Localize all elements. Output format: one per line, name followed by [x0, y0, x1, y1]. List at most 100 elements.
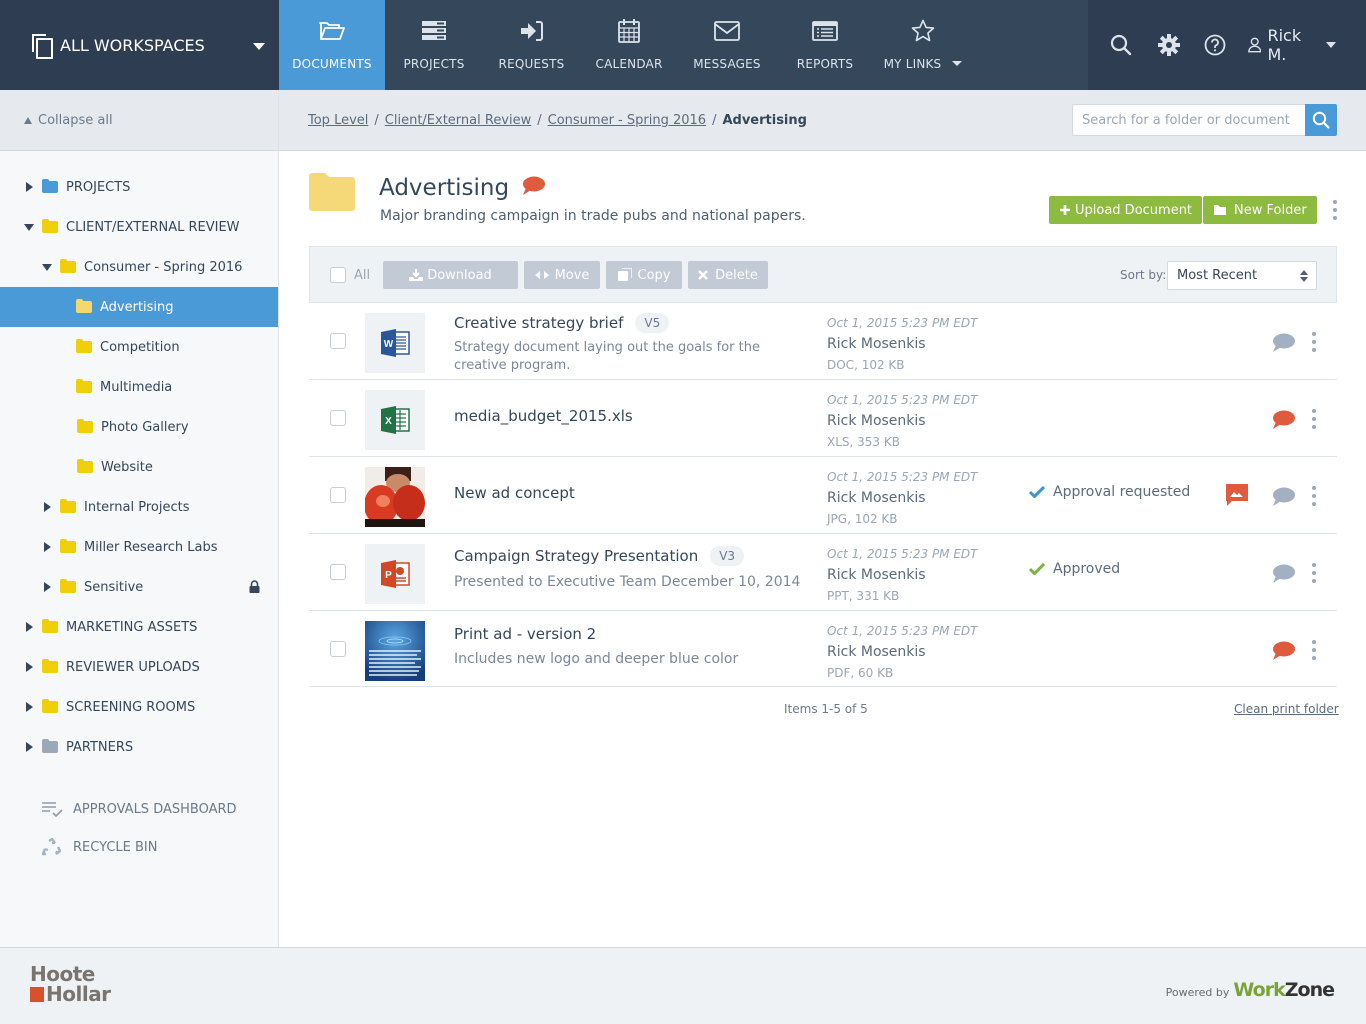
- row-more-menu[interactable]: [1309, 637, 1319, 663]
- new-folder-button[interactable]: New Folder: [1203, 196, 1317, 224]
- version-badge[interactable]: V5: [635, 313, 670, 333]
- expand-arrow-icon[interactable]: [22, 702, 36, 712]
- document-name[interactable]: New ad concept: [454, 484, 575, 502]
- approval-status[interactable]: Approved: [1029, 561, 1120, 577]
- expand-arrow-icon[interactable]: [40, 502, 54, 512]
- version-badge[interactable]: V3: [710, 546, 745, 566]
- row-checkbox[interactable]: [330, 641, 346, 657]
- breadcrumb-client-external-review[interactable]: Client/External Review: [385, 113, 531, 128]
- comment-icon[interactable]: [1271, 564, 1295, 584]
- search-icon[interactable]: [1110, 34, 1132, 56]
- delete-button[interactable]: Delete: [688, 261, 768, 289]
- search-button[interactable]: [1305, 104, 1337, 136]
- nav-my-links[interactable]: MY LINKS: [874, 0, 972, 90]
- document-row[interactable]: New ad concept Oct 1, 2015 5:23 PM EDT R…: [309, 456, 1337, 533]
- tree-item-marketing-assets[interactable]: MARKETING ASSETS: [0, 607, 278, 647]
- upload-document-button[interactable]: Upload Document: [1049, 196, 1203, 224]
- row-more-menu[interactable]: [1309, 406, 1319, 432]
- collapse-arrow-icon[interactable]: [22, 223, 36, 231]
- folder-more-menu[interactable]: [1330, 197, 1340, 223]
- move-button[interactable]: Move: [524, 261, 600, 289]
- tree-item-sensitive[interactable]: Sensitive: [0, 567, 278, 607]
- nav-messages[interactable]: MESSAGES: [678, 0, 776, 90]
- powerpoint-file-icon: P: [365, 544, 425, 604]
- clean-print-folder-link[interactable]: Clean print folder: [1234, 702, 1339, 716]
- tree-item-projects[interactable]: PROJECTS: [0, 167, 278, 207]
- new-comment-icon[interactable]: [1271, 410, 1295, 430]
- row-checkbox[interactable]: [330, 410, 346, 426]
- nav-reports[interactable]: REPORTS: [776, 0, 874, 90]
- folder-icon: [42, 659, 58, 673]
- document-size: XLS, 353 KB: [827, 435, 900, 449]
- collapse-all-button[interactable]: Collapse all: [0, 90, 278, 151]
- tree-item-screening-rooms[interactable]: SCREENING ROOMS: [0, 687, 278, 727]
- folder-icon: [60, 499, 76, 513]
- collapse-arrow-icon[interactable]: [40, 263, 54, 271]
- row-more-menu[interactable]: [1309, 560, 1319, 586]
- user-menu[interactable]: Rick M.: [1248, 26, 1336, 64]
- document-name[interactable]: Print ad - version 2: [454, 625, 596, 643]
- comment-icon[interactable]: [1271, 333, 1295, 353]
- select-all[interactable]: All: [330, 267, 370, 283]
- download-button[interactable]: Download: [383, 261, 518, 289]
- document-row[interactable]: W Creative strategy brief V5 Strategy do…: [309, 302, 1337, 379]
- row-checkbox[interactable]: [330, 333, 346, 349]
- sort-select[interactable]: Most Recent: [1167, 261, 1317, 290]
- search-input[interactable]: [1072, 104, 1305, 136]
- document-name[interactable]: Campaign Strategy Presentation V3: [454, 546, 745, 566]
- expand-arrow-icon[interactable]: [22, 622, 36, 632]
- tree-item-consumer-spring-2016[interactable]: Consumer - Spring 2016: [0, 247, 278, 287]
- breadcrumb-consumer-spring-2016[interactable]: Consumer - Spring 2016: [548, 113, 706, 128]
- comment-icon[interactable]: [521, 176, 546, 196]
- new-comment-icon[interactable]: [1271, 641, 1295, 661]
- document-row[interactable]: P Campaign Strategy Presentation V3 Pres…: [309, 533, 1337, 610]
- row-checkbox[interactable]: [330, 564, 346, 580]
- nav-calendar[interactable]: CALENDAR: [580, 0, 678, 90]
- document-name[interactable]: media_budget_2015.xls: [454, 407, 633, 425]
- folder-icon: [1214, 205, 1226, 215]
- copy-button[interactable]: Copy: [606, 261, 682, 289]
- nav-requests[interactable]: REQUESTS: [483, 0, 580, 90]
- nav-projects[interactable]: PROJECTS: [385, 0, 483, 90]
- folder-title: Advertising: [379, 175, 546, 201]
- select-all-checkbox[interactable]: [330, 267, 346, 283]
- gear-icon[interactable]: [1158, 34, 1180, 56]
- approvals-list-icon: [42, 801, 64, 817]
- help-icon[interactable]: [1204, 34, 1226, 56]
- row-checkbox[interactable]: [330, 487, 346, 503]
- approvals-dashboard-link[interactable]: APPROVALS DASHBOARD: [0, 790, 279, 828]
- document-date: Oct 1, 2015 5:23 PM EDT: [827, 624, 978, 638]
- tree-item-reviewer-uploads[interactable]: REVIEWER UPLOADS: [0, 647, 278, 687]
- sort-label: Sort by:: [1120, 268, 1167, 282]
- tree-item-internal-projects[interactable]: Internal Projects: [0, 487, 278, 527]
- document-description: Presented to Executive Team December 10,…: [454, 574, 801, 590]
- document-row[interactable]: X media_budget_2015.xls Oct 1, 2015 5:23…: [309, 379, 1337, 456]
- tree-item-miller-research-labs[interactable]: Miller Research Labs: [0, 527, 278, 567]
- recycle-bin-link[interactable]: RECYCLE BIN: [0, 828, 279, 866]
- breadcrumb-top-level[interactable]: Top Level: [308, 113, 368, 128]
- nav-documents[interactable]: DOCUMENTS: [279, 0, 385, 90]
- document-author: Rick Mosenkis: [827, 336, 926, 352]
- tree-item-client-external-review[interactable]: CLIENT/EXTERNAL REVIEW: [0, 207, 278, 247]
- tree-item-advertising[interactable]: Advertising: [0, 287, 278, 327]
- close-icon: [698, 270, 708, 280]
- expand-arrow-icon[interactable]: [22, 662, 36, 672]
- row-more-menu[interactable]: [1309, 483, 1319, 509]
- tree-item-competition[interactable]: Competition: [0, 327, 278, 367]
- tree-item-photo-gallery[interactable]: Photo Gallery: [0, 407, 278, 447]
- comment-icon[interactable]: [1271, 487, 1295, 507]
- document-name[interactable]: Creative strategy brief V5: [454, 313, 670, 333]
- document-row[interactable]: Print ad - version 2 Includes new logo a…: [309, 610, 1337, 687]
- row-more-menu[interactable]: [1309, 329, 1319, 355]
- expand-arrow-icon[interactable]: [22, 182, 36, 192]
- expand-arrow-icon[interactable]: [40, 542, 54, 552]
- tree-item-website[interactable]: Website: [0, 447, 278, 487]
- expand-arrow-icon[interactable]: [22, 742, 36, 752]
- approval-status[interactable]: Approval requested: [1029, 484, 1190, 500]
- tree-item-multimedia[interactable]: Multimedia: [0, 367, 278, 407]
- tree-item-partners[interactable]: PARTNERS: [0, 727, 278, 767]
- workspace-selector[interactable]: ALL WORKSPACES: [0, 0, 279, 90]
- svg-text:W: W: [384, 339, 394, 350]
- image-annotation-icon[interactable]: [1226, 484, 1248, 506]
- expand-arrow-icon[interactable]: [40, 582, 54, 592]
